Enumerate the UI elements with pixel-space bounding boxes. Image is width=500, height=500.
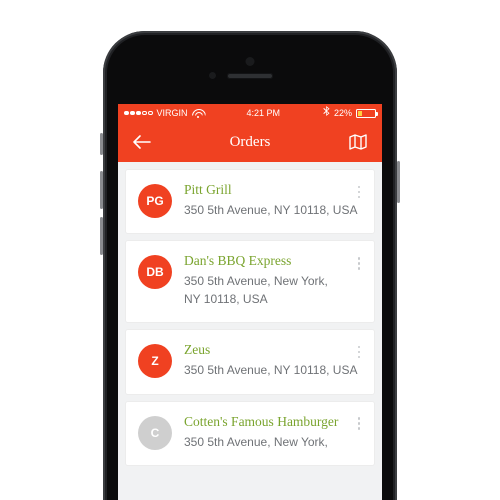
back-button[interactable] <box>130 130 154 154</box>
stage: VIRGIN 4:21 PM 22% Orders <box>0 0 500 500</box>
restaurant-name: Zeus <box>184 342 364 358</box>
restaurant-name: Pitt Grill <box>184 182 364 198</box>
status-right: 22% <box>323 106 376 120</box>
mute-switch <box>100 133 103 155</box>
order-card[interactable]: C Cotten's Famous Hamburger 350 5th Aven… <box>126 402 374 465</box>
order-content: Cotten's Famous Hamburger 350 5th Avenue… <box>184 414 364 451</box>
restaurant-name: Cotten's Famous Hamburger <box>184 414 364 430</box>
bluetooth-icon <box>323 106 330 120</box>
avatar: PG <box>138 184 172 218</box>
more-button[interactable] <box>350 340 368 364</box>
avatar: C <box>138 416 172 450</box>
restaurant-address: 350 5th Avenue, New York, <box>184 434 364 451</box>
order-content: Zeus 350 5th Avenue, NY 10118, USA <box>184 342 364 379</box>
order-content: Pitt Grill 350 5th Avenue, NY 10118, USA <box>184 182 364 219</box>
status-left: VIRGIN <box>124 108 204 118</box>
battery-fill <box>358 111 362 116</box>
carrier-label: VIRGIN <box>157 108 188 118</box>
more-button[interactable] <box>350 180 368 204</box>
signal-strength-icon <box>124 111 153 116</box>
battery-percentage: 22% <box>334 108 352 118</box>
volume-up-button <box>100 171 103 209</box>
restaurant-address: 350 5th Avenue, NY 10118, USA <box>184 362 364 379</box>
volume-down-button <box>100 217 103 255</box>
more-button[interactable] <box>350 251 368 275</box>
more-button[interactable] <box>350 412 368 436</box>
order-card[interactable]: DB Dan's BBQ Express 350 5th Avenue, New… <box>126 241 374 322</box>
avatar: Z <box>138 344 172 378</box>
front-camera <box>208 71 217 80</box>
phone-frame: VIRGIN 4:21 PM 22% Orders <box>103 31 397 500</box>
screen: VIRGIN 4:21 PM 22% Orders <box>118 104 382 500</box>
restaurant-address: 350 5th Avenue, NY 10118, USA <box>184 202 364 219</box>
earpiece-speaker <box>227 73 273 79</box>
order-content: Dan's BBQ Express 350 5th Avenue, New Yo… <box>184 253 364 308</box>
arrow-left-icon <box>133 135 151 149</box>
map-icon <box>349 134 367 150</box>
page-title: Orders <box>230 134 271 151</box>
nav-bar: Orders <box>118 122 382 162</box>
restaurant-name: Dan's BBQ Express <box>184 253 364 269</box>
map-button[interactable] <box>346 130 370 154</box>
order-card[interactable]: PG Pitt Grill 350 5th Avenue, NY 10118, … <box>126 170 374 233</box>
status-bar: VIRGIN 4:21 PM 22% <box>118 104 382 122</box>
avatar: DB <box>138 255 172 289</box>
proximity-sensor <box>246 57 255 66</box>
restaurant-address: 350 5th Avenue, New York,NY 10118, USA <box>184 273 364 308</box>
wifi-icon <box>192 109 204 118</box>
order-card[interactable]: Z Zeus 350 5th Avenue, NY 10118, USA <box>126 330 374 393</box>
orders-list[interactable]: PG Pitt Grill 350 5th Avenue, NY 10118, … <box>118 162 382 473</box>
power-button <box>397 161 400 203</box>
clock: 4:21 PM <box>246 108 280 118</box>
battery-icon <box>356 109 376 118</box>
